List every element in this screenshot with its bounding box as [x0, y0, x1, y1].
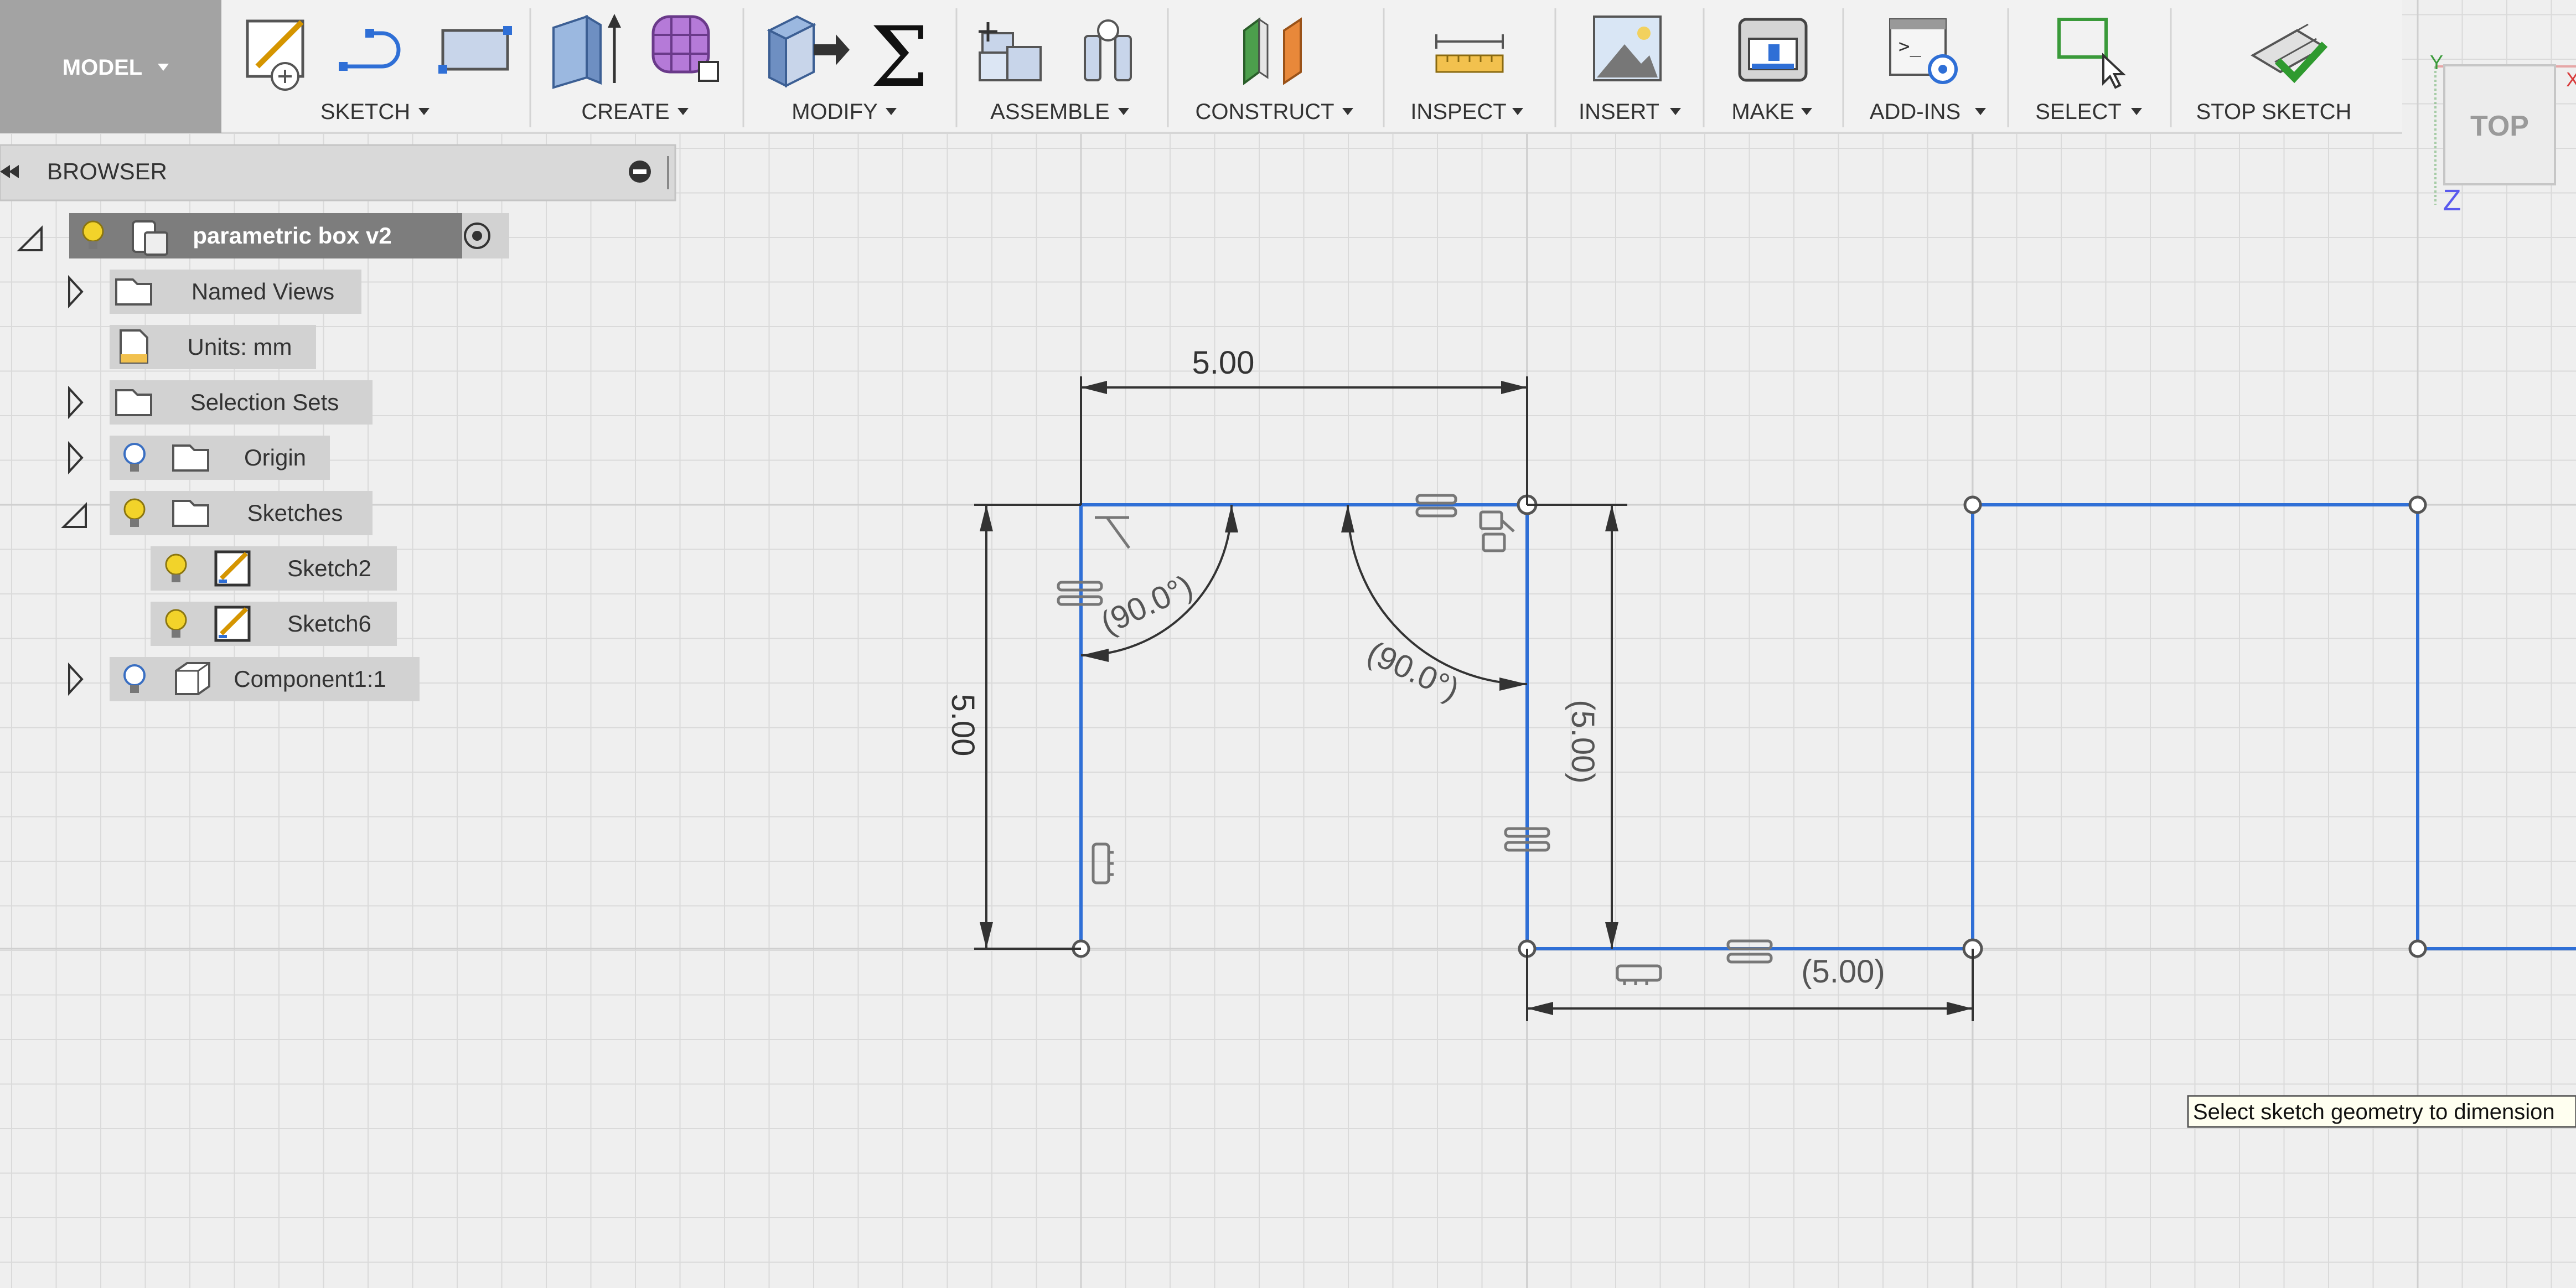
viewcube-axis-z: Z: [2443, 184, 2461, 217]
browser-root-label[interactable]: parametric box v2: [193, 223, 392, 249]
form-icon[interactable]: [651, 15, 719, 82]
toolbar-inspect-menu[interactable]: INSPECT: [1410, 100, 1506, 124]
document-icon: [120, 329, 148, 364]
dimension-left-height-value[interactable]: 5.00: [945, 694, 981, 757]
folder-icon: [172, 444, 209, 472]
toolbar-select-menu[interactable]: SELECT: [2035, 100, 2122, 124]
toolbar-create-menu[interactable]: CREATE: [581, 100, 669, 124]
sketch-point[interactable]: [2408, 939, 2427, 958]
sigma-icon[interactable]: Σ: [870, 9, 929, 106]
workspace-label: MODEL: [63, 55, 142, 80]
toolbar-modify-menu[interactable]: MODIFY: [792, 100, 878, 124]
browser-title: BROWSER: [47, 158, 167, 184]
viewcube-axis-y: Y: [2430, 51, 2443, 74]
sketch-icon: [214, 606, 251, 642]
stop-sketch-button[interactable]: STOP SKETCH: [2196, 100, 2352, 124]
sketch-point[interactable]: [2408, 495, 2427, 514]
browser-item-label: Selection Sets: [190, 389, 339, 415]
tooltip-text: Select sketch geometry to dimension: [2193, 1100, 2555, 1124]
browser-item-label: Sketches: [247, 500, 343, 526]
toolbar-make-menu[interactable]: MAKE: [1731, 100, 1794, 124]
insert-image-icon[interactable]: [1593, 15, 1662, 81]
folder-icon: [172, 500, 209, 527]
dimension-top-width-value[interactable]: 5.00: [1192, 345, 1255, 381]
workspace-switcher[interactable]: MODEL: [0, 0, 221, 133]
dimension-bottom-width-value[interactable]: (5.00): [1801, 954, 1885, 990]
panel-resize-handle[interactable]: [667, 156, 669, 189]
toolbar-assemble-menu[interactable]: ASSEMBLE: [990, 100, 1110, 124]
browser-item-label: Named Views: [192, 278, 334, 304]
svg-text:>_: >_: [1899, 35, 1921, 58]
browser-item-label: Component1:1: [234, 666, 386, 692]
3d-print-icon[interactable]: [1738, 18, 1808, 82]
toolbar-addins-menu[interactable]: ADD-INS: [1870, 100, 1961, 124]
browser-item-label: Sketch2: [287, 555, 371, 581]
browser-item-label: Units: mm: [188, 334, 292, 360]
viewcube-face-top[interactable]: TOP: [2470, 110, 2529, 142]
browser-item-label: Origin: [244, 444, 306, 470]
component-icon: [175, 662, 210, 695]
toolbar-construct-menu[interactable]: CONSTRUCT: [1195, 100, 1334, 124]
folder-icon: [115, 389, 152, 416]
viewcube-axis-x: X: [2566, 68, 2576, 91]
scripts-addins-icon[interactable]: >_: [1889, 18, 1958, 84]
sketch-point[interactable]: [1963, 495, 1982, 514]
dimension-right-height-value[interactable]: (5.00): [1565, 700, 1601, 784]
folder-icon: [115, 278, 152, 306]
toolbar-insert-menu[interactable]: INSERT: [1579, 100, 1659, 124]
toolbar: MODEL SKETCH CREATE Σ MODIFY ASSEMBLE CO…: [0, 0, 2402, 134]
toolbar-sketch-menu[interactable]: SKETCH: [320, 100, 410, 124]
tooltip: Select sketch geometry to dimension: [2187, 1095, 2576, 1128]
fusion360-window: 5.00 5.00 (5.00) (5.00) (90.0°) (90.0°): [0, 0, 2576, 1288]
rectangle-tool-icon[interactable]: [438, 26, 512, 74]
app-canvas: 5.00 5.00 (5.00) (5.00) (90.0°) (90.0°): [0, 0, 2576, 1288]
sketch-icon: [214, 550, 251, 587]
browser-item-label: Sketch6: [287, 611, 371, 637]
